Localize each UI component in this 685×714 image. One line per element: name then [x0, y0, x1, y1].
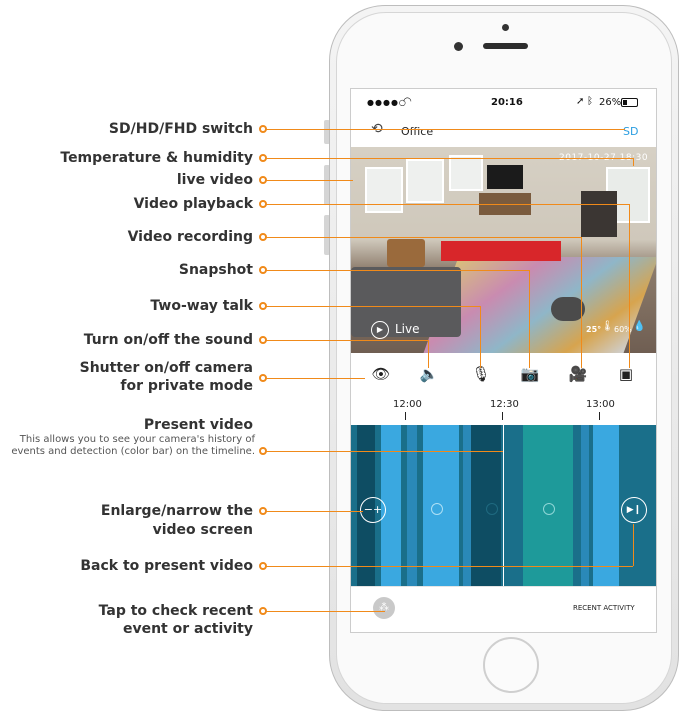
phone-camera [454, 42, 463, 51]
room-window [365, 167, 403, 213]
label-back-present: Back to present video [80, 558, 253, 574]
label-tap-2: event or activity [122, 621, 253, 637]
timeline-tick: 12:30 [490, 399, 519, 410]
playback-icon[interactable]: ▣ [614, 363, 638, 385]
callout-dot [259, 200, 267, 208]
room-window [449, 155, 483, 191]
callout-dot [259, 607, 267, 615]
label-video-recording: Video recording [127, 229, 253, 245]
phone-speaker [483, 43, 528, 49]
bluetooth-icon: ᛒ [587, 96, 593, 107]
callout-dot [259, 374, 267, 382]
status-bar: ●●●●○ ◠ 20:16 ➚ ᛒ 26% [351, 89, 656, 117]
label-snapshot: Snapshot [178, 262, 253, 278]
label-enlarge-1: Enlarge/narrow the [100, 503, 253, 519]
label-video-playback: Video playback [133, 196, 253, 212]
quality-switch[interactable]: SD [623, 125, 638, 138]
callout-dot [259, 176, 267, 184]
temperature-value: 25° [586, 325, 602, 334]
camera-icon[interactable]: 📷 [518, 363, 542, 385]
timeline-scale: 12:00 12:30 13:00 [351, 395, 656, 425]
bottom-bar: ⁂ RECENT ACTIVITY [351, 586, 656, 632]
callout-dot [259, 447, 267, 455]
record-icon[interactable]: 🎥 [566, 363, 590, 385]
callout-dot [259, 302, 267, 310]
camera-name: Office [401, 125, 434, 138]
skip-to-live-icon[interactable]: ▶❙ [621, 497, 647, 523]
room-tv [487, 165, 523, 189]
callout-dot [259, 266, 267, 274]
room-fireplace [581, 191, 617, 237]
label-temp-humidity: Temperature & humidity [60, 150, 253, 166]
timeline-tick: 12:00 [393, 399, 422, 410]
home-button[interactable] [483, 637, 539, 693]
label-shutter-1: Shutter on/off camera [79, 360, 253, 376]
label-two-way-talk: Two-way talk [150, 298, 253, 314]
current-time-marker [503, 425, 504, 586]
zoom-icon[interactable]: −+ [360, 497, 386, 523]
location-icon: ➚ [576, 96, 585, 107]
battery-percent: 26% [599, 97, 622, 108]
timeline-tick: 13:00 [586, 399, 615, 410]
clock: 20:16 [491, 97, 523, 108]
label-present-desc: This allows you to see your camera's his… [11, 434, 255, 457]
battery-icon [621, 98, 638, 107]
live-label: Live [395, 322, 420, 336]
label-live-video: live video [176, 172, 253, 188]
label-present-video: Present video [143, 417, 253, 433]
callout-dot [259, 154, 267, 162]
event-marker[interactable] [431, 503, 443, 515]
control-toolbar: 👁 🔈 🎙 📷 🎥 ▣ [351, 353, 656, 395]
room-bench [441, 241, 561, 261]
callout-dot [259, 562, 267, 570]
label-sd-switch: SD/HD/FHD switch [108, 121, 253, 137]
label-shutter-2: for private mode [120, 378, 253, 394]
thermometer-icon: 🌡 [601, 321, 614, 332]
label-enlarge-2: video screen [152, 522, 253, 538]
label-tap-1: Tap to check recent [98, 603, 253, 619]
timeline-bar[interactable]: −+ ▶❙ [351, 425, 656, 586]
speaker-icon[interactable]: 🔈 [417, 363, 441, 385]
nav-bar: ⟲ Office SD [351, 117, 656, 147]
event-marker[interactable] [486, 503, 498, 515]
callout-dot [259, 336, 267, 344]
activity-icon[interactable]: ⁂ [373, 597, 395, 619]
app-screen: ●●●●○ ◠ 20:16 ➚ ᛒ 26% ⟲ Office SD 2017-1… [350, 88, 657, 633]
phone-sensor [502, 24, 509, 31]
drop-icon: 💧 [633, 321, 646, 332]
callout-dot [259, 507, 267, 515]
microphone-icon[interactable]: 🎙 [469, 363, 493, 385]
room-pouf [551, 297, 585, 321]
room-chair [387, 239, 425, 267]
event-marker[interactable] [543, 503, 555, 515]
live-play-icon[interactable]: ▶ [371, 321, 389, 339]
label-sound: Turn on/off the sound [83, 332, 253, 348]
callout-dot [259, 125, 267, 133]
recent-activity-link[interactable]: RECENT ACTIVITY [573, 604, 635, 612]
room-window [406, 159, 444, 203]
eye-icon[interactable]: 👁 [369, 363, 393, 385]
signal-icon: ●●●●○ [367, 98, 407, 107]
callout-dot [259, 233, 267, 241]
wifi-icon: ◠ [403, 96, 412, 107]
live-video-view[interactable]: 2017-10-27 18:30 ▶ Live 25° 🌡 60% 💧 [351, 147, 656, 353]
